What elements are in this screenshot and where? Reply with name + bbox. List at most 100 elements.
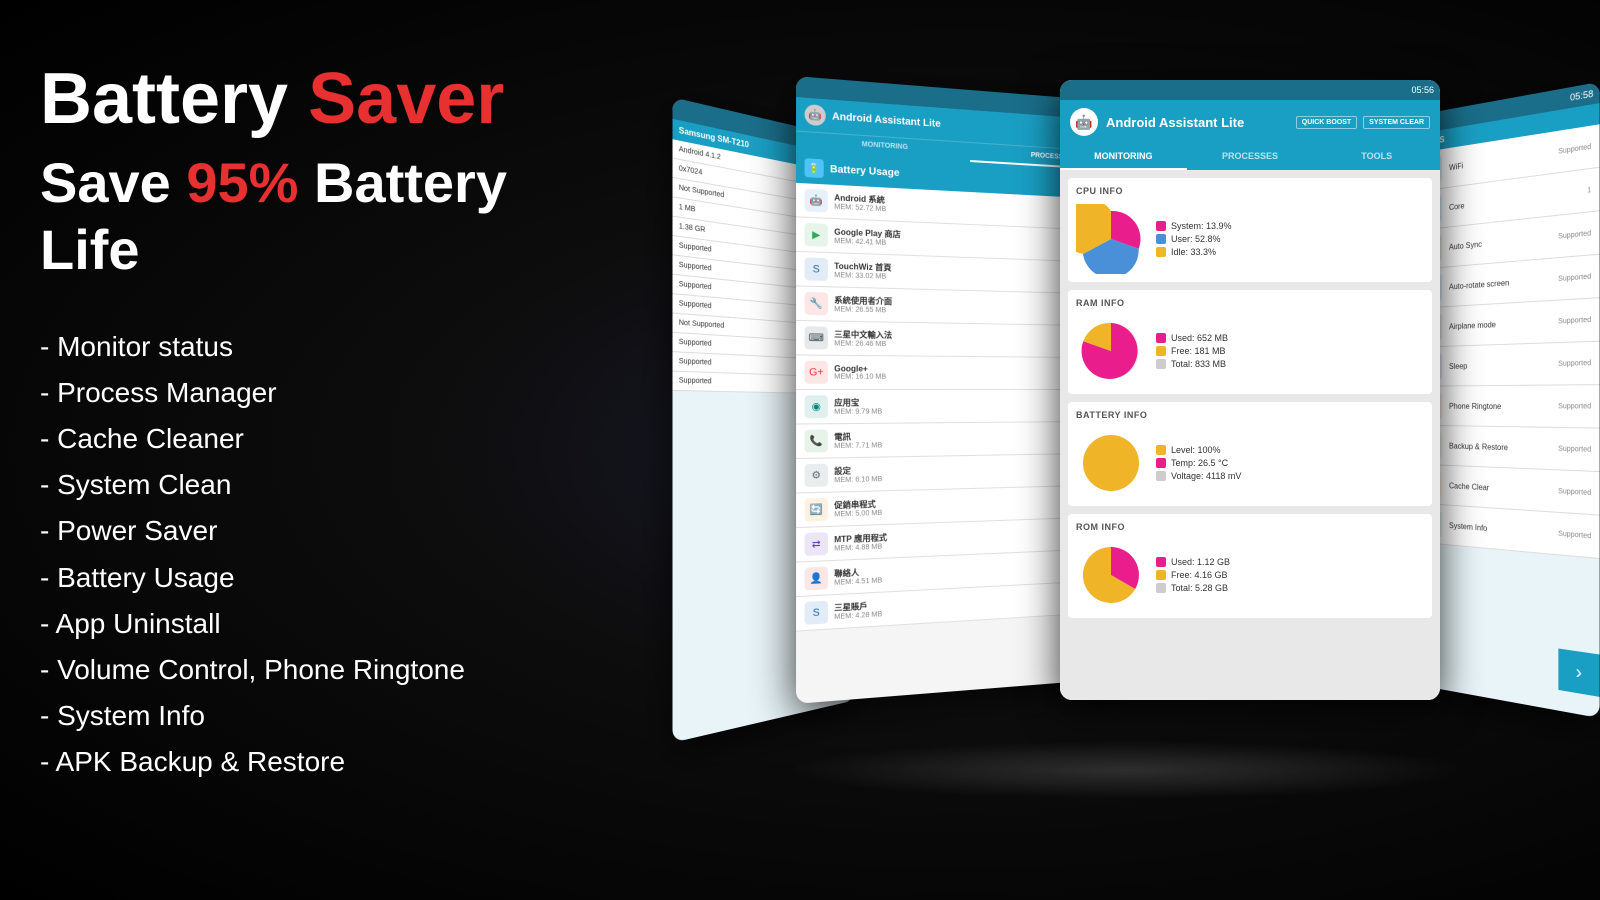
ram-used-label: Used: 652 MB	[1171, 333, 1228, 343]
feature-7: - App Uninstall	[40, 601, 600, 647]
tool-label: Cache Clear	[1449, 481, 1489, 492]
tool-status: Supported	[1558, 230, 1591, 240]
ram-total-dot	[1156, 359, 1166, 369]
battery-icon: 🔋	[805, 158, 824, 178]
ram-free-dot	[1156, 346, 1166, 356]
battery-info-section: BATTERY INFO Level: 100%	[1068, 402, 1432, 506]
battery-info-row: Level: 100% Temp: 26.5 °C Voltage: 4118 …	[1076, 428, 1424, 498]
rom-legend: Used: 1.12 GB Free: 4.16 GB Total: 5.28 …	[1156, 557, 1230, 593]
rom-used-dot	[1156, 557, 1166, 567]
tab-monitoring[interactable]: MONITORING	[1060, 144, 1187, 170]
tool-label: Airplane mode	[1449, 320, 1496, 331]
cpu-user: User: 52.8%	[1156, 234, 1232, 244]
system-clear-button[interactable]: SYSTEM CLEAR	[1363, 116, 1430, 129]
main-title: Battery Saver	[40, 60, 600, 139]
tool-label: Sleep	[1449, 361, 1467, 370]
rom-total-dot	[1156, 583, 1166, 593]
battery-info-title: BATTERY INFO	[1076, 410, 1424, 420]
battery-voltage-dot	[1156, 471, 1166, 481]
subtitle-white: Save	[40, 151, 171, 214]
rom-info-row: Used: 1.12 GB Free: 4.16 GB Total: 5.28 …	[1076, 540, 1424, 610]
cpu-user-dot	[1156, 234, 1166, 244]
ram-legend: Used: 652 MB Free: 181 MB Total: 833 MB	[1156, 333, 1228, 369]
battery-pie-chart	[1076, 428, 1146, 498]
tool-label: Core	[1449, 201, 1464, 212]
battery-temp-label: Temp: 26.5 °C	[1171, 458, 1228, 468]
battery-legend: Level: 100% Temp: 26.5 °C Voltage: 4118 …	[1156, 445, 1241, 481]
phone-4-time: 05:58	[1570, 88, 1593, 103]
tab-tools[interactable]: TOOLS	[1313, 144, 1440, 170]
process-icon: 👤	[805, 566, 828, 590]
subtitle: Save 95% Battery Life	[40, 149, 600, 283]
phone-3-time: 05:56	[1411, 85, 1434, 95]
rom-total-label: Total: 5.28 GB	[1171, 583, 1228, 593]
phones-container: 05:58 Samsung SM-T210 Android 4.1.2 0x70…	[650, 0, 1600, 900]
left-text-section: Battery Saver Save 95% Battery Life - Mo…	[40, 60, 600, 785]
tool-status: Supported	[1558, 359, 1591, 367]
title-red: Saver	[308, 59, 504, 139]
ram-info-section: RAM INFO Used: 652 MB	[1068, 290, 1432, 394]
process-icon: 📞	[805, 429, 828, 452]
ram-pie-chart	[1076, 316, 1146, 386]
tool-label: Backup & Restore	[1449, 441, 1508, 452]
process-icon: ▶	[805, 223, 828, 247]
tool-status: 1	[1587, 186, 1591, 194]
tool-status: Supported	[1558, 143, 1591, 155]
cpu-system-dot	[1156, 221, 1166, 231]
rom-used-label: Used: 1.12 GB	[1171, 557, 1230, 567]
process-icon: ⌨	[805, 326, 828, 349]
tool-label: System Info	[1449, 521, 1487, 533]
cpu-system-label: System: 13.9%	[1171, 221, 1232, 231]
cpu-info-section: CPU INFO	[1068, 178, 1432, 282]
ram-total-label: Total: 833 MB	[1171, 359, 1226, 369]
feature-8: - Volume Control, Phone Ringtone	[40, 647, 600, 693]
cpu-info-row: System: 13.9% User: 52.8% Idle: 33.3%	[1076, 204, 1424, 274]
rom-used: Used: 1.12 GB	[1156, 557, 1230, 567]
ram-total: Total: 833 MB	[1156, 359, 1228, 369]
feature-list: - Monitor status - Process Manager - Cac…	[40, 324, 600, 786]
quick-boost-button[interactable]: QUICK BOOST	[1296, 116, 1357, 129]
cpu-info-title: CPU INFO	[1076, 186, 1424, 196]
tool-status: Supported	[1558, 445, 1591, 453]
tool-label: WiFi	[1449, 161, 1463, 172]
cpu-system: System: 13.9%	[1156, 221, 1232, 231]
app-name: Android Assistant Lite	[1106, 115, 1244, 130]
subtitle-red: 95%	[186, 151, 298, 214]
tab-processes[interactable]: PROCESSES	[1187, 144, 1314, 170]
ram-info-title: RAM INFO	[1076, 298, 1424, 308]
tool-label: Auto-rotate screen	[1449, 278, 1509, 291]
app-icon: 🤖	[1070, 108, 1098, 136]
next-arrow-button[interactable]: ›	[1558, 648, 1599, 696]
tool-status: Supported	[1558, 403, 1591, 410]
rom-free-dot	[1156, 570, 1166, 580]
rom-free: Free: 4.16 GB	[1156, 570, 1230, 580]
phone-3: 05:56 🤖 Android Assistant Lite QUICK BOO…	[1060, 80, 1440, 700]
tool-status: Supported	[1558, 316, 1591, 325]
battery-level: Level: 100%	[1156, 445, 1241, 455]
feature-3: - Cache Cleaner	[40, 416, 600, 462]
battery-temp-dot	[1156, 458, 1166, 468]
feature-10: - APK Backup & Restore	[40, 739, 600, 785]
battery-usage-label: Battery Usage	[830, 163, 900, 178]
ram-used-dot	[1156, 333, 1166, 343]
feature-2: - Process Manager	[40, 370, 600, 416]
process-icon: ⚙	[805, 464, 828, 487]
process-icon: G+	[805, 361, 828, 384]
battery-temp: Temp: 26.5 °C	[1156, 458, 1241, 468]
process-icon: ⇄	[805, 532, 828, 556]
ram-used: Used: 652 MB	[1156, 333, 1228, 343]
rom-free-label: Free: 4.16 GB	[1171, 570, 1228, 580]
tool-status: Supported	[1558, 487, 1591, 496]
tool-label: Phone Ringtone	[1449, 401, 1501, 410]
app-header: 🤖 Android Assistant Lite QUICK BOOST SYS…	[1060, 100, 1440, 144]
battery-voltage: Voltage: 4118 mV	[1156, 471, 1241, 481]
feature-6: - Battery Usage	[40, 555, 600, 601]
battery-level-label: Level: 100%	[1171, 445, 1221, 455]
monitoring-content: CPU INFO	[1060, 170, 1440, 700]
title-white: Battery	[40, 59, 288, 139]
cpu-pie-chart	[1076, 204, 1146, 274]
ram-info-row: Used: 652 MB Free: 181 MB Total: 833 MB	[1076, 316, 1424, 386]
feature-4: - System Clean	[40, 462, 600, 508]
process-icon: 🔧	[805, 292, 828, 315]
feature-5: - Power Saver	[40, 508, 600, 554]
